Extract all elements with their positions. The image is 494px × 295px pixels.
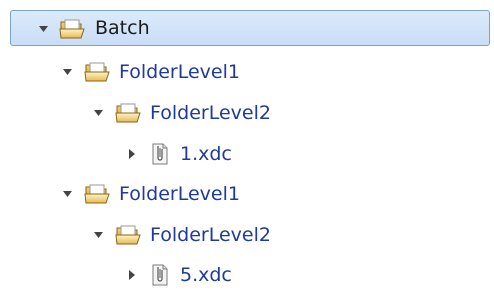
tree-node-folderlevel2[interactable]: FolderLevel2 — [0, 216, 494, 254]
tree-view: Batch FolderLevel1 FolderLevel2 1.xdc Fo… — [0, 0, 494, 295]
expanded-arrow-icon[interactable] — [38, 10, 50, 48]
open-folder-icon — [115, 216, 141, 254]
open-folder-icon — [84, 175, 110, 213]
tree-node-label: FolderLevel1 — [119, 61, 240, 83]
collapsed-arrow-icon[interactable] — [126, 256, 138, 294]
expanded-arrow-icon[interactable] — [93, 216, 105, 254]
tree-node-1-xdc[interactable]: 1.xdc — [0, 135, 494, 173]
expanded-arrow-icon[interactable] — [62, 53, 74, 91]
open-folder-icon — [59, 10, 85, 48]
tree-node-label: 1.xdc — [180, 143, 232, 165]
tree-node-label: FolderLevel2 — [150, 224, 271, 246]
open-folder-icon — [84, 53, 110, 91]
tree-node-folderlevel2[interactable]: FolderLevel2 — [0, 94, 494, 132]
tree-node-label: FolderLevel2 — [150, 102, 271, 124]
tree-node-folderlevel1[interactable]: FolderLevel1 — [0, 53, 494, 91]
clip-document-icon — [150, 256, 170, 294]
open-folder-icon — [115, 94, 141, 132]
tree-node-folderlevel1[interactable]: FolderLevel1 — [0, 175, 494, 213]
expanded-arrow-icon[interactable] — [62, 175, 74, 213]
tree-node-batch[interactable]: Batch — [10, 10, 490, 46]
clip-document-icon — [150, 135, 170, 173]
tree-node-label: Batch — [95, 17, 150, 39]
tree-node-label: 5.xdc — [180, 264, 232, 286]
collapsed-arrow-icon[interactable] — [126, 135, 138, 173]
expanded-arrow-icon[interactable] — [93, 94, 105, 132]
tree-node-label: FolderLevel1 — [119, 183, 240, 205]
tree-node-5-xdc[interactable]: 5.xdc — [0, 256, 494, 294]
